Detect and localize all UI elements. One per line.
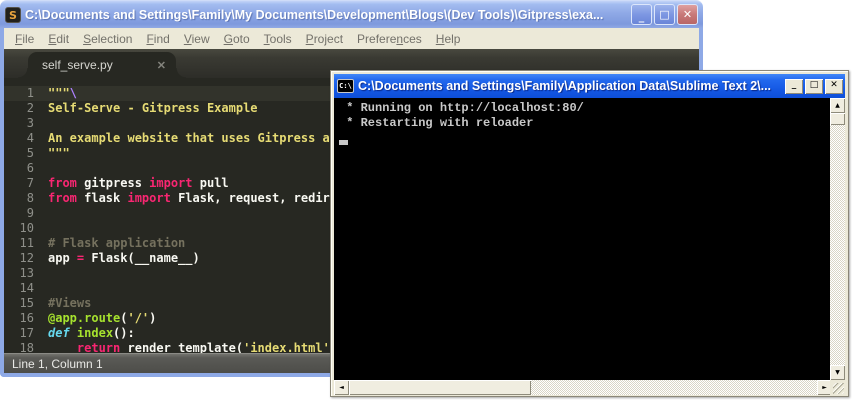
line-number: 6 (4, 161, 48, 176)
line-number: 5 (4, 146, 48, 161)
menu-item-file[interactable]: File (8, 30, 41, 48)
console-minimize-button[interactable]: _ (785, 79, 803, 94)
line-number: 12 (4, 251, 48, 266)
menu-item-project[interactable]: Project (299, 30, 350, 48)
desktop: S C:\Documents and Settings\Family\My Do… (0, 0, 852, 400)
line-number: 16 (4, 311, 48, 326)
console-window-title: C:\Documents and Settings\Family\Applica… (358, 79, 783, 93)
console-title-bar[interactable]: C:\ C:\Documents and Settings\Family\App… (334, 74, 845, 98)
maximize-icon: □ (810, 80, 819, 90)
console-line: * Running on http://localhost:80/ (339, 101, 832, 116)
arrow-left-icon: ◄ (339, 384, 344, 391)
cursor-position-status: Line 1, Column 1 (12, 357, 103, 371)
console-screen[interactable]: * Running on http://localhost:80/ * Rest… (334, 98, 832, 380)
tab-close-icon[interactable]: ✕ (157, 59, 166, 72)
menu-bar: FileEditSelectionFindViewGotoToolsProjec… (4, 28, 699, 49)
line-number: 8 (4, 191, 48, 206)
line-number: 11 (4, 236, 48, 251)
cmd-icon[interactable]: C:\ (337, 79, 354, 93)
console-close-button[interactable]: ✕ (825, 79, 843, 94)
menu-item-preferences[interactable]: Preferences (350, 30, 429, 48)
line-number: 3 (4, 116, 48, 131)
console-cursor (339, 140, 348, 145)
minimize-icon: _ (792, 80, 797, 90)
vertical-scroll-thumb[interactable] (830, 113, 845, 125)
line-number: 4 (4, 131, 48, 146)
menu-item-view[interactable]: View (177, 30, 217, 48)
line-number: 14 (4, 281, 48, 296)
line-number: 15 (4, 296, 48, 311)
scroll-left-button[interactable]: ◄ (334, 380, 349, 395)
line-number: 1 (4, 86, 48, 101)
tab-label: self_serve.py (42, 58, 149, 72)
minimize-icon: _ (632, 7, 651, 26)
line-number: 9 (4, 206, 48, 221)
console-line: * Restarting with reloader (339, 116, 832, 131)
maximize-button[interactable]: □ (654, 4, 675, 25)
menu-item-edit[interactable]: Edit (41, 30, 76, 48)
scroll-up-button[interactable]: ▲ (830, 98, 845, 113)
maximize-icon: □ (659, 8, 669, 21)
tab-self-serve-py[interactable]: self_serve.py ✕ (28, 52, 176, 78)
close-button[interactable]: ✕ (677, 4, 698, 25)
menu-item-find[interactable]: Find (139, 30, 176, 48)
sublime-app-icon: S (5, 7, 21, 23)
line-number: 10 (4, 221, 48, 236)
line-number: 7 (4, 176, 48, 191)
console-maximize-button[interactable]: □ (805, 79, 823, 94)
menu-item-tools[interactable]: Tools (257, 30, 299, 48)
resize-grip[interactable] (830, 380, 845, 395)
horizontal-scroll-thumb[interactable] (349, 380, 531, 395)
sublime-window-title: C:\Documents and Settings\Family\My Docu… (25, 8, 629, 22)
vertical-scrollbar[interactable]: ▲ ▼ (830, 98, 845, 380)
sublime-title-bar[interactable]: S C:\Documents and Settings\Family\My Do… (0, 0, 703, 28)
arrow-down-icon: ▼ (835, 369, 840, 376)
line-number: 2 (4, 101, 48, 116)
menu-item-goto[interactable]: Goto (217, 30, 257, 48)
arrow-right-icon: ► (822, 384, 827, 391)
arrow-up-icon: ▲ (835, 102, 840, 109)
command-prompt-window: C:\ C:\Documents and Settings\Family\App… (330, 70, 849, 397)
close-icon: ✕ (830, 80, 838, 90)
line-number: 18 (4, 341, 48, 353)
close-icon: ✕ (683, 8, 692, 21)
menu-item-help[interactable]: Help (429, 30, 468, 48)
minimize-button[interactable]: _ (631, 4, 652, 25)
line-number: 13 (4, 266, 48, 281)
line-number: 17 (4, 326, 48, 341)
menu-item-selection[interactable]: Selection (76, 30, 139, 48)
horizontal-scrollbar[interactable]: ◄ ► (334, 380, 832, 395)
scroll-down-button[interactable]: ▼ (830, 365, 845, 380)
